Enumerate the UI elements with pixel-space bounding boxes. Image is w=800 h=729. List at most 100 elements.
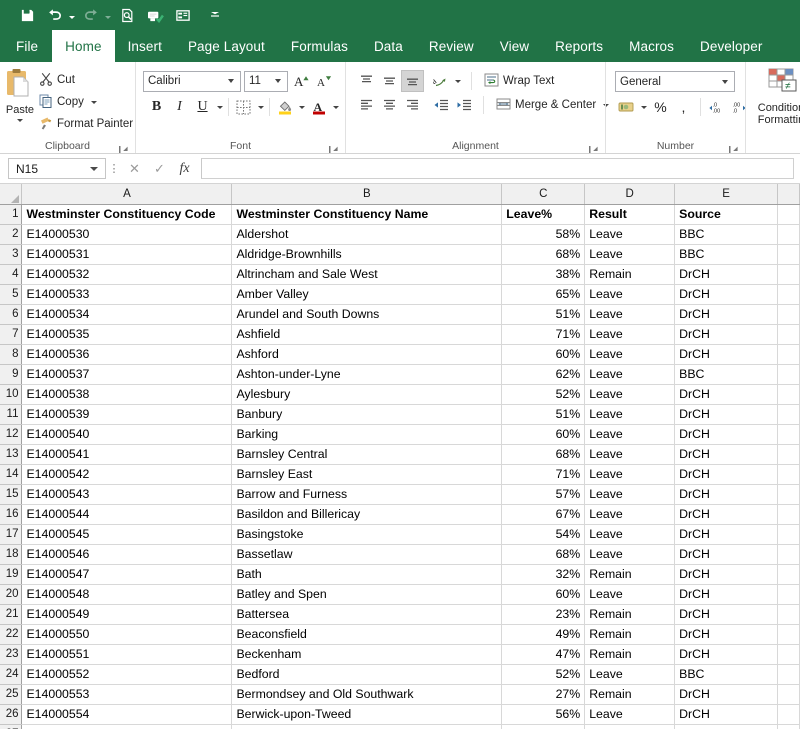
increase-indent-button[interactable]: [452, 94, 475, 116]
cell-a10[interactable]: E14000538: [21, 384, 233, 405]
cell-e17[interactable]: DrCH: [674, 524, 778, 545]
cell-c10[interactable]: 52%: [501, 384, 586, 405]
cell-c8[interactable]: 60%: [501, 344, 586, 365]
cell-b9[interactable]: Ashton-under-Lyne: [231, 364, 503, 385]
cell-b22[interactable]: Beaconsfield: [231, 624, 503, 645]
cell-c22[interactable]: 49%: [501, 624, 586, 645]
cell-d26[interactable]: Leave: [584, 704, 676, 725]
decrease-indent-button[interactable]: [429, 94, 452, 116]
column-header-a[interactable]: A: [21, 184, 233, 205]
alignment-dialog-launcher[interactable]: [589, 145, 598, 153]
select-all-corner[interactable]: [0, 184, 23, 205]
cell-a4[interactable]: E14000532: [21, 264, 233, 285]
row-header-26[interactable]: 26: [0, 704, 23, 725]
cell-d5[interactable]: Leave: [584, 284, 676, 305]
cell-d21[interactable]: Remain: [584, 604, 676, 625]
row-header-6[interactable]: 6: [0, 304, 23, 325]
formula-input[interactable]: [201, 158, 794, 179]
cell-b19[interactable]: Bath: [231, 564, 503, 585]
cell-d7[interactable]: Leave: [584, 324, 676, 345]
cell-f12[interactable]: [777, 424, 800, 445]
cell-b8[interactable]: Ashford: [231, 344, 503, 365]
cell-f23[interactable]: [777, 644, 800, 665]
spell-check-icon[interactable]: [142, 3, 168, 27]
name-box[interactable]: N15: [8, 158, 106, 179]
cell-d23[interactable]: Remain: [584, 644, 676, 665]
name-box-caret[interactable]: [90, 166, 98, 171]
cell-a15[interactable]: E14000543: [21, 484, 233, 505]
cell-c6[interactable]: 51%: [501, 304, 586, 325]
italic-button[interactable]: I: [168, 96, 191, 118]
cell-e10[interactable]: DrCH: [674, 384, 778, 405]
cell-c7[interactable]: 71%: [501, 324, 586, 345]
font-size-caret[interactable]: [275, 79, 281, 83]
cell-e21[interactable]: DrCH: [674, 604, 778, 625]
cell-b16[interactable]: Basildon and Billericay: [231, 504, 503, 525]
cell-a22[interactable]: E14000550: [21, 624, 233, 645]
cell-a6[interactable]: E14000534: [21, 304, 233, 325]
cell-c25[interactable]: 27%: [501, 684, 586, 705]
font-name-select[interactable]: Calibri: [143, 70, 241, 92]
cell-d9[interactable]: Leave: [584, 364, 676, 385]
cell-a3[interactable]: E14000531: [21, 244, 233, 265]
row-header-15[interactable]: 15: [0, 484, 23, 505]
cell-c2[interactable]: 58%: [501, 224, 586, 245]
cell-d18[interactable]: Leave: [584, 544, 676, 565]
tab-review[interactable]: Review: [416, 30, 487, 62]
row-header-22[interactable]: 22: [0, 624, 23, 645]
cell-d8[interactable]: Leave: [584, 344, 676, 365]
cell-e8[interactable]: DrCH: [674, 344, 778, 365]
cell-b14[interactable]: Barnsley East: [231, 464, 503, 485]
underline-button[interactable]: U: [191, 96, 214, 118]
cell-b21[interactable]: Battersea: [231, 604, 503, 625]
cell-e26[interactable]: DrCH: [674, 704, 778, 725]
cell-e2[interactable]: BBC: [674, 224, 778, 245]
cell-f20[interactable]: [777, 584, 800, 605]
cell-c11[interactable]: 51%: [501, 404, 586, 425]
cell-d19[interactable]: Remain: [584, 564, 676, 585]
cell-f3[interactable]: [777, 244, 800, 265]
cell-c15[interactable]: 57%: [501, 484, 586, 505]
column-header-d[interactable]: D: [584, 184, 676, 205]
cell-d16[interactable]: Leave: [584, 504, 676, 525]
cell-a1[interactable]: Westminster Constituency Code: [21, 204, 233, 225]
cell-e23[interactable]: DrCH: [674, 644, 778, 665]
font-color-button[interactable]: A: [307, 96, 330, 118]
cell-f11[interactable]: [777, 404, 800, 425]
cell-e27[interactable]: DrCH: [674, 724, 778, 729]
cell-b23[interactable]: Beckenham: [231, 644, 503, 665]
cell-b1[interactable]: Westminster Constituency Name: [231, 204, 503, 225]
tab-developer[interactable]: Developer: [687, 30, 775, 62]
cell-a11[interactable]: E14000539: [21, 404, 233, 425]
cell-a12[interactable]: E14000540: [21, 424, 233, 445]
cell-f16[interactable]: [777, 504, 800, 525]
tab-file[interactable]: File: [0, 30, 52, 62]
row-header-21[interactable]: 21: [0, 604, 23, 625]
cell-a7[interactable]: E14000535: [21, 324, 233, 345]
tell-me-search[interactable]: Tell me w: [791, 30, 800, 62]
align-center-button[interactable]: [378, 94, 401, 116]
save-icon[interactable]: [14, 3, 40, 27]
cell-e4[interactable]: DrCH: [674, 264, 778, 285]
row-header-9[interactable]: 9: [0, 364, 23, 385]
row-header-5[interactable]: 5: [0, 284, 23, 305]
cell-a8[interactable]: E14000536: [21, 344, 233, 365]
cell-c23[interactable]: 47%: [501, 644, 586, 665]
cell-d12[interactable]: Leave: [584, 424, 676, 445]
print-preview-icon[interactable]: [114, 3, 140, 27]
cell-a24[interactable]: E14000552: [21, 664, 233, 685]
cell-f7[interactable]: [777, 324, 800, 345]
cell-f8[interactable]: [777, 344, 800, 365]
number-format-caret[interactable]: [722, 79, 728, 84]
cell-d11[interactable]: Leave: [584, 404, 676, 425]
cell-f9[interactable]: [777, 364, 800, 385]
row-header-13[interactable]: 13: [0, 444, 23, 465]
cell-b11[interactable]: Banbury: [231, 404, 503, 425]
font-size-select[interactable]: 11: [244, 70, 288, 92]
align-middle-button[interactable]: [378, 70, 401, 92]
fill-color-button[interactable]: [273, 96, 296, 118]
tab-page-layout[interactable]: Page Layout: [175, 30, 278, 62]
undo-dropdown-caret[interactable]: [67, 3, 76, 27]
cell-c19[interactable]: 32%: [501, 564, 586, 585]
cell-b3[interactable]: Aldridge-Brownhills: [231, 244, 503, 265]
